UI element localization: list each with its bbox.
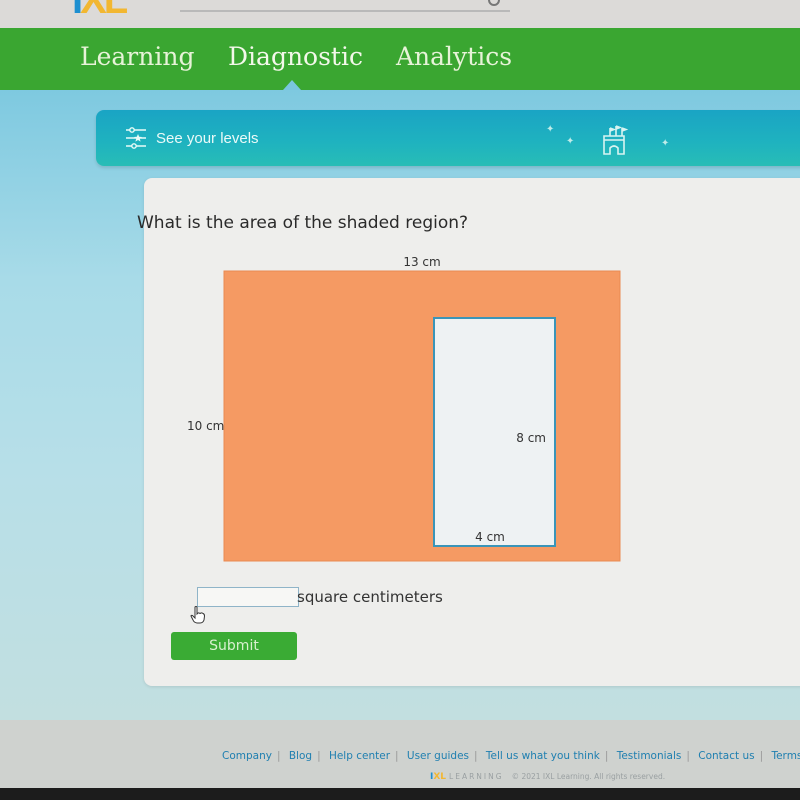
screen-bezel: [0, 788, 800, 800]
nav-tab-analytics[interactable]: Analytics: [396, 42, 512, 71]
footer-link-company[interactable]: Company: [222, 750, 272, 762]
inner-width-label: 4 cm: [475, 530, 505, 544]
question-prompt: What is the area of the shaded region?: [137, 213, 469, 233]
outer-height-label: 10 cm: [187, 419, 224, 433]
answer-unit-label: square centimeters: [297, 588, 443, 606]
hand-pointer-cursor-icon: [190, 606, 206, 624]
ixl-logo[interactable]: IXL: [72, 0, 164, 20]
divider: |: [317, 750, 321, 762]
sparkle-icon: ✦: [661, 138, 670, 149]
mini-logo-xl: XL: [433, 772, 447, 782]
search-icon[interactable]: [488, 0, 500, 6]
footer-link-feedback[interactable]: Tell us what you think: [486, 750, 600, 762]
copyright-text: © 2021 IXL Learning. All rights reserved…: [511, 772, 666, 781]
copyright-line: IXL LEARNING © 2021 IXL Learning. All righ…: [430, 772, 665, 782]
footer-link-terms[interactable]: Terms of: [771, 750, 800, 762]
nav-tab-diagnostic[interactable]: Diagnostic: [228, 42, 363, 71]
shaded-region-diagram: 13 cm 10 cm 8 cm 4 cm: [187, 255, 621, 562]
divider: |: [604, 750, 609, 762]
nav-tab-learning[interactable]: Learning: [80, 42, 194, 71]
footer-link-testimonials[interactable]: Testimonials: [617, 750, 682, 762]
see-your-levels-banner[interactable]: See your levels ✦ ✦ ✦: [96, 110, 800, 166]
area-answer-input[interactable]: [197, 587, 299, 607]
divider: |: [474, 750, 478, 762]
learning-wordmark: LEARNING: [449, 772, 504, 781]
active-tab-indicator: [283, 80, 301, 90]
search-input[interactable]: [180, 0, 510, 12]
castle-icon: [603, 125, 629, 155]
logo-i: I: [72, 0, 83, 22]
outer-rectangle-shaded: [223, 270, 621, 562]
see-your-levels-label: See your levels: [156, 130, 259, 147]
footer-links: Company | Blog | Help center | User guides |…: [222, 750, 800, 762]
sparkle-icon: ✦: [566, 136, 575, 147]
divider: |: [276, 750, 281, 762]
inner-height-label: 8 cm: [516, 431, 546, 445]
divider: |: [395, 750, 399, 762]
footer-link-contact-us[interactable]: Contact us: [698, 750, 754, 762]
footer-link-user-guides[interactable]: User guides: [407, 750, 469, 762]
footer-link-blog[interactable]: Blog: [289, 750, 312, 762]
sparkle-icon: ✦: [546, 124, 555, 135]
divider: |: [686, 750, 690, 762]
divider: |: [759, 750, 764, 762]
footer-link-help-center[interactable]: Help center: [329, 750, 390, 762]
submit-button[interactable]: Submit: [171, 632, 297, 660]
outer-width-label: 13 cm: [403, 255, 440, 269]
top-header: IXL: [0, 0, 800, 28]
logo-xl: XL: [80, 0, 128, 22]
sliders-star-icon: [126, 127, 146, 149]
main-nav: Learning Diagnostic Analytics: [0, 28, 800, 90]
ixl-learning-logo: IXL: [430, 772, 446, 782]
